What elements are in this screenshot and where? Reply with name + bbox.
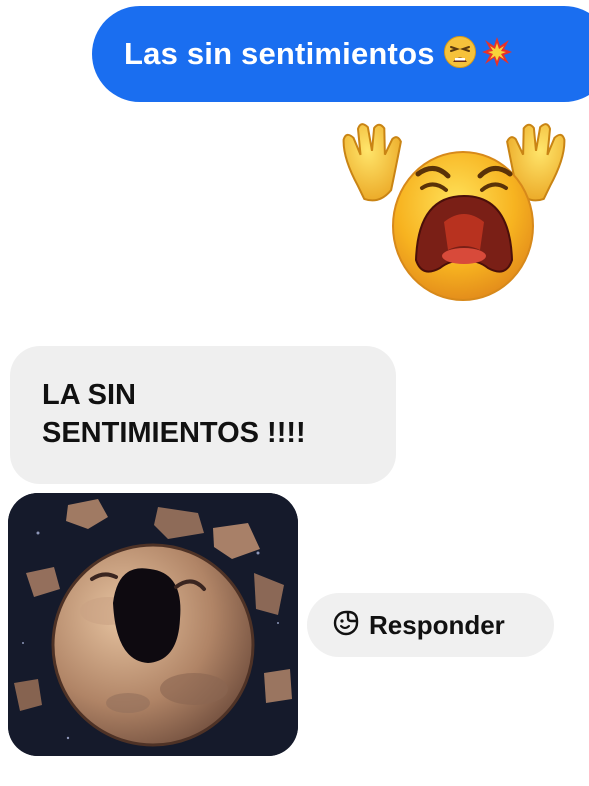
reply-label: Responder <box>369 609 505 640</box>
reply-button[interactable]: Responder <box>307 593 554 657</box>
incoming-message-bubble[interactable]: LA SIN SENTIMIENTOS !!!! <box>10 346 396 484</box>
chat-screen: Las sin sentimientos LA SIN SENTIMIENTOS… <box>0 0 589 786</box>
cartoon-planet-image-icon <box>8 493 298 756</box>
collision-emoji-icon <box>481 36 513 73</box>
image-message[interactable] <box>8 493 298 756</box>
outgoing-message-bubble[interactable]: Las sin sentimientos <box>92 6 589 102</box>
outgoing-message-text: Las sin sentimientos <box>124 36 435 71</box>
incoming-message-text: LA SIN SENTIMIENTOS !!!! <box>42 379 306 449</box>
sticker-smile-icon <box>333 610 359 641</box>
crying-face-sticker-icon <box>318 110 589 305</box>
tired-face-emoji-icon <box>443 35 477 74</box>
